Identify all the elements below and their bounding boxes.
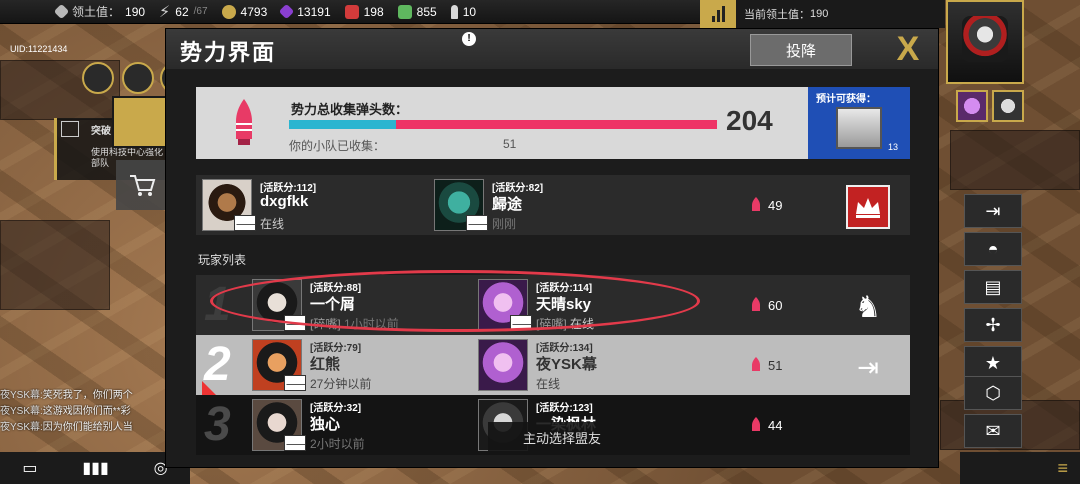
warning-icon [61,121,79,137]
member-card[interactable]: [活跃分:112] dxgfkk 在线 [202,179,422,233]
reward-box[interactable]: 预计可获得： 13 [808,87,910,159]
bottom-right-bar: ≡ [960,452,1080,484]
warhead-count: 44 [752,417,782,433]
territory-icon [53,3,70,20]
resource-crystal: 13191 [278,3,331,20]
ally-avatar[interactable] [992,90,1024,122]
faction-badge-icon[interactable] [112,96,168,148]
bottom-toolbar: ▭ ▮▮▮ ◎ [0,452,190,484]
resource-ticket: 198 [344,4,384,19]
warhead-icon [236,99,252,145]
ally-avatar[interactable] [956,90,988,122]
resource-coin: 4793 [221,4,267,19]
dialog-title: 势力界面 [180,40,277,65]
shop-cart-icon[interactable] [116,160,168,210]
close-button[interactable]: X [888,31,928,67]
warhead-icon [752,297,760,311]
member-card[interactable]: [活跃分:88] 一个屑 [碎嘴] 1小时以前 [252,279,472,333]
rank-marker [202,381,216,395]
surrender-button[interactable]: 投降 [750,34,852,66]
chat-line: 夜YSK幕:因为你们能给别人当 [0,422,133,433]
auto-select-ally-button[interactable]: 主动选择盟友 [488,422,636,452]
player-list-label: 玩家列表 [198,253,247,267]
compass-icon[interactable] [82,62,114,94]
exit-door-icon[interactable]: ⇥ [964,194,1022,228]
member-card[interactable]: [活跃分:114] 天晴sky [碎嘴] 在线 [478,279,698,333]
member-card[interactable]: [活跃分:82] 歸途 刚刚 [434,179,654,233]
warhead-icon [450,4,458,19]
map-building [0,220,110,310]
warhead-progress [289,120,717,129]
energy-icon: ⚡ [159,3,171,21]
warhead-icon [752,357,760,371]
rank-number: 1 [204,278,231,331]
warhead-count: 49 [752,197,782,213]
warhead-progress-fill [289,120,396,129]
ticket-icon [344,4,359,19]
exit-icon: ⇥ [857,351,879,382]
warhead-count: 51 [752,357,782,373]
crystal-icon [278,3,295,20]
player-avatar[interactable] [946,0,1024,84]
mail-icon[interactable] [466,215,488,231]
territory-status: 当前领土值： 190 [700,0,945,28]
squad-value: 51 [503,137,517,151]
mail-icon[interactable] [284,375,306,391]
member-avatar [478,339,528,391]
mail-icon[interactable] [234,215,256,231]
mail-icon[interactable] [284,315,306,331]
squad-label: 你的小队已收集： [289,139,386,153]
dialog-header: 势力界面 ! 投降 X [166,29,938,69]
chat-line: 夜YSK幕:笑死我了，你们两个 [0,390,133,401]
voice-icon[interactable]: ▮▮▮ [82,458,108,478]
leave-team-button[interactable]: ⇥ [846,345,890,389]
warhead-icon [752,197,760,211]
resource-bar: 领土值： 190 ⚡ 62/67 4793 13191 198 855 10 [0,0,700,24]
member-card[interactable]: [活跃分:134] 夜YSK幕 在线 [478,339,698,393]
shield-icon[interactable]: ⬡ [964,376,1022,410]
chest-icon [836,107,882,149]
warhead-total: 204 [726,105,773,136]
resource-warhead: 10 [450,4,476,19]
spy-icon[interactable]: ◓ [964,232,1022,266]
menu-icon[interactable]: ≡ [1057,458,1068,479]
coin-icon [221,4,236,19]
resource-territory: 领土值： 190 [53,3,145,20]
warhead-icon [752,417,760,431]
faction-dialog: 势力界面 ! 投降 X 势力总收集弹头数： 204 你的小队已收集： 51 预计… [165,28,939,468]
chat-line: 夜YSK幕:这游戏因你们而**彩 [0,406,131,417]
user-id: UID:11221434 [10,44,68,54]
member-card[interactable]: [活跃分:79] 红熊 27分钟以前 [252,339,472,393]
cards-icon[interactable] [122,62,154,94]
warhead-count: 60 [752,297,782,313]
mail-icon[interactable] [510,315,532,331]
mail-icon[interactable] [284,435,306,451]
member-card[interactable]: [活跃分:32] 独心 2小时以前 [252,399,472,453]
crown-button[interactable] [846,185,890,229]
tank-icon[interactable]: ▤ [964,270,1022,304]
team-row: 1 [活跃分:88] 一个屑 [碎嘴] 1小时以前 [活跃分:114] 天晴sk… [196,275,910,335]
rank-number: 3 [204,398,231,451]
resource-energy: ⚡ 62/67 [159,3,208,21]
warhead-summary: 势力总收集弹头数： 204 你的小队已收集： 51 预计可获得： 13 [196,87,910,159]
crown-icon [856,198,880,218]
mail-icon[interactable]: ✉ [964,414,1022,448]
info-icon[interactable]: ! [462,32,476,46]
warhead-label: 势力总收集弹头数： [291,102,409,117]
chart-icon[interactable] [700,0,736,28]
leader-row: [活跃分:112] dxgfkk 在线 [活跃分:82] 歸途 刚刚 49 [196,175,910,235]
chess-knight-icon: ♞ [854,290,882,324]
knight-button[interactable]: ♞ [846,285,890,329]
chat-log[interactable]: 夜YSK幕:笑死我了，你们两个 夜YSK幕:这游戏因你们而**彩 夜YSK幕:因… [0,388,180,436]
resource-chip: 855 [397,4,437,19]
chat-icon[interactable]: ▭ [22,458,37,478]
medal-icon[interactable]: ★ [964,346,1022,380]
team-row: 2 [活跃分:79] 红熊 27分钟以前 [活跃分:134] 夜YSK幕 在线 … [196,335,910,395]
map-building [950,130,1080,190]
radiation-icon[interactable]: ✢ [964,308,1022,342]
chip-icon [397,4,412,19]
